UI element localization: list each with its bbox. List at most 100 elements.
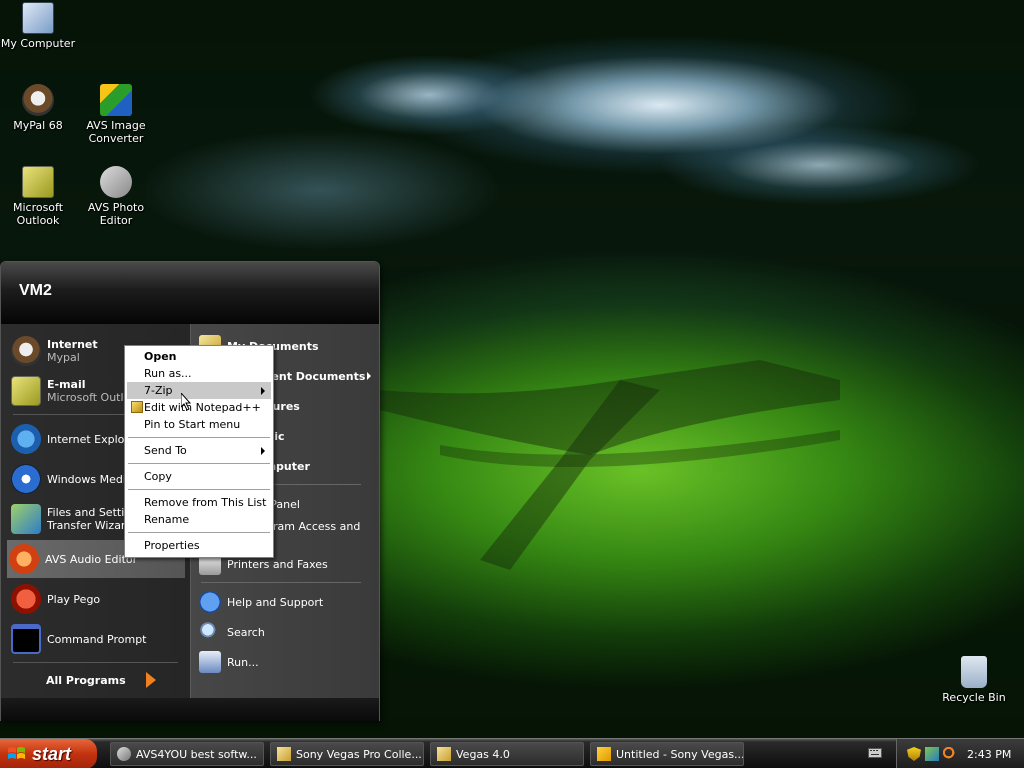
internet-explorer-icon xyxy=(11,424,41,454)
pego-icon xyxy=(11,584,41,614)
sony-vegas-icon xyxy=(597,747,611,761)
context-item-run-as[interactable]: Run as... xyxy=(127,365,271,382)
start-button[interactable]: start xyxy=(0,739,97,768)
clock[interactable]: 2:43 PM xyxy=(967,748,1011,761)
taskbar-button-sony-vegas[interactable]: Untitled - Sony Vegas... xyxy=(590,742,744,766)
taskbar-button-label: Sony Vegas Pro Colle... xyxy=(296,747,422,761)
desktop-icon-label: Microsoft Outlook xyxy=(12,201,64,227)
context-item-label: Pin to Start menu xyxy=(144,418,241,431)
context-item-label: Run as... xyxy=(144,367,192,380)
taskbar-button-vegas-4[interactable]: Vegas 4.0 xyxy=(430,742,584,766)
run-icon xyxy=(199,651,221,673)
media-player-icon xyxy=(11,464,41,494)
desktop-icon-label: My Computer xyxy=(0,37,76,50)
submenu-arrow-icon xyxy=(261,447,265,455)
context-item-edit-notepadpp[interactable]: Edit with Notepad++ xyxy=(127,399,271,416)
taskbar-button-label: Vegas 4.0 xyxy=(456,747,510,761)
desktop-icon-my-computer[interactable]: My Computer xyxy=(0,2,76,50)
submenu-arrow-icon xyxy=(261,387,265,395)
start-menu-footer xyxy=(1,698,379,721)
notepad-plus-plus-icon xyxy=(131,401,143,413)
right-item-label: Run... xyxy=(227,655,259,669)
context-item-7zip[interactable]: 7-Zip xyxy=(127,382,271,399)
sony-vegas-folder-icon xyxy=(277,747,291,761)
mypal-icon xyxy=(22,84,54,116)
arrow-right-icon xyxy=(145,672,156,688)
context-menu: Open Run as... 7-Zip Edit with Notepad++… xyxy=(124,345,274,558)
start-menu-header: VM2 xyxy=(1,262,379,324)
right-item-search[interactable]: Search xyxy=(199,620,375,644)
taskbar: start AVS4YOU best softw... Sony Vegas P… xyxy=(0,738,1024,768)
context-item-send-to[interactable]: Send To xyxy=(127,442,271,459)
separator xyxy=(128,437,270,438)
mouse-cursor-icon xyxy=(181,393,192,411)
right-item-label: Printers and Faxes xyxy=(227,557,328,571)
avs-audio-editor-icon xyxy=(9,544,39,574)
help-icon xyxy=(199,591,221,613)
desktop-icon-label: AVS Photo Editor xyxy=(87,201,145,227)
context-item-properties[interactable]: Properties xyxy=(127,537,271,554)
right-item-label: Search xyxy=(227,625,265,639)
network-icon[interactable] xyxy=(925,747,939,761)
right-item-run[interactable]: Run... xyxy=(199,650,375,674)
separator xyxy=(201,582,361,583)
context-item-open[interactable]: Open xyxy=(127,348,271,365)
user-name: VM2 xyxy=(19,282,52,299)
context-item-label: Send To xyxy=(144,444,187,457)
outlook-icon xyxy=(22,166,54,198)
desktop-icon-label: AVS Image Converter xyxy=(86,119,146,145)
separator xyxy=(128,532,270,533)
desktop-icon-label: MyPal 68 xyxy=(13,119,63,132)
wallpaper-logo-shadow xyxy=(380,360,840,570)
outlook-icon xyxy=(11,376,41,406)
recent-item-label: Play Pego xyxy=(47,592,101,606)
separator xyxy=(128,489,270,490)
taskbar-button-avs4you[interactable]: AVS4YOU best softw... xyxy=(110,742,264,766)
separator xyxy=(128,463,270,464)
desktop-icon-label: Recycle Bin xyxy=(942,691,1006,704)
pinned-item-subtitle: Mypal xyxy=(47,351,80,364)
search-icon[interactable] xyxy=(943,747,957,761)
submenu-arrow-icon xyxy=(367,372,371,380)
keyboard-icon[interactable] xyxy=(868,747,882,759)
desktop-icon-recycle-bin[interactable]: Recycle Bin xyxy=(936,656,1012,704)
right-item-help[interactable]: Help and Support xyxy=(199,590,375,614)
recent-item-play-pego[interactable]: Play Pego xyxy=(9,580,185,618)
search-icon xyxy=(199,621,221,643)
taskbar-button-sony-vegas-collection[interactable]: Sony Vegas Pro Colle... xyxy=(270,742,424,766)
taskbar-button-label: AVS4YOU best softw... xyxy=(136,747,257,761)
separator xyxy=(13,662,178,663)
avs4you-icon xyxy=(117,747,131,761)
context-item-rename[interactable]: Rename xyxy=(127,511,271,528)
context-item-label: Copy xyxy=(144,470,172,483)
windows-logo-icon xyxy=(8,747,25,759)
context-item-label: Edit with Notepad++ xyxy=(144,401,261,414)
pinned-item-title: Internet xyxy=(47,338,98,351)
desktop-icon-avs-image-converter[interactable]: AVS Image Converter xyxy=(78,84,154,145)
context-item-label: Properties xyxy=(144,539,200,552)
context-item-remove-from-list[interactable]: Remove from This List xyxy=(127,494,271,511)
recent-item-label: Command Prompt xyxy=(47,632,147,646)
security-shield-icon[interactable] xyxy=(907,747,921,761)
right-item-label: Help and Support xyxy=(227,595,324,609)
all-programs-label: All Programs xyxy=(46,673,126,687)
transfer-wizard-icon xyxy=(11,504,41,534)
context-item-pin-to-start[interactable]: Pin to Start menu xyxy=(127,416,271,433)
avs-image-converter-icon xyxy=(100,84,132,116)
mypal-icon xyxy=(11,336,41,366)
desktop-icon-avs-photo-editor[interactable]: AVS Photo Editor xyxy=(78,166,154,227)
all-programs-button[interactable]: All Programs xyxy=(46,672,156,688)
my-computer-icon xyxy=(22,2,54,34)
taskbar-button-label: Untitled - Sony Vegas... xyxy=(616,747,744,761)
context-item-label: Rename xyxy=(144,513,190,526)
desktop-icon-outlook[interactable]: Microsoft Outlook xyxy=(0,166,76,227)
folder-icon xyxy=(437,747,451,761)
context-item-copy[interactable]: Copy xyxy=(127,468,271,485)
context-item-label: 7-Zip xyxy=(144,384,173,397)
context-item-label: Open xyxy=(144,350,177,363)
desktop-icon-mypal[interactable]: MyPal 68 xyxy=(0,84,76,132)
recycle-bin-icon xyxy=(961,656,987,688)
start-label: start xyxy=(32,743,72,764)
avs-photo-editor-icon xyxy=(100,166,132,198)
recent-item-command-prompt[interactable]: Command Prompt xyxy=(9,620,185,658)
